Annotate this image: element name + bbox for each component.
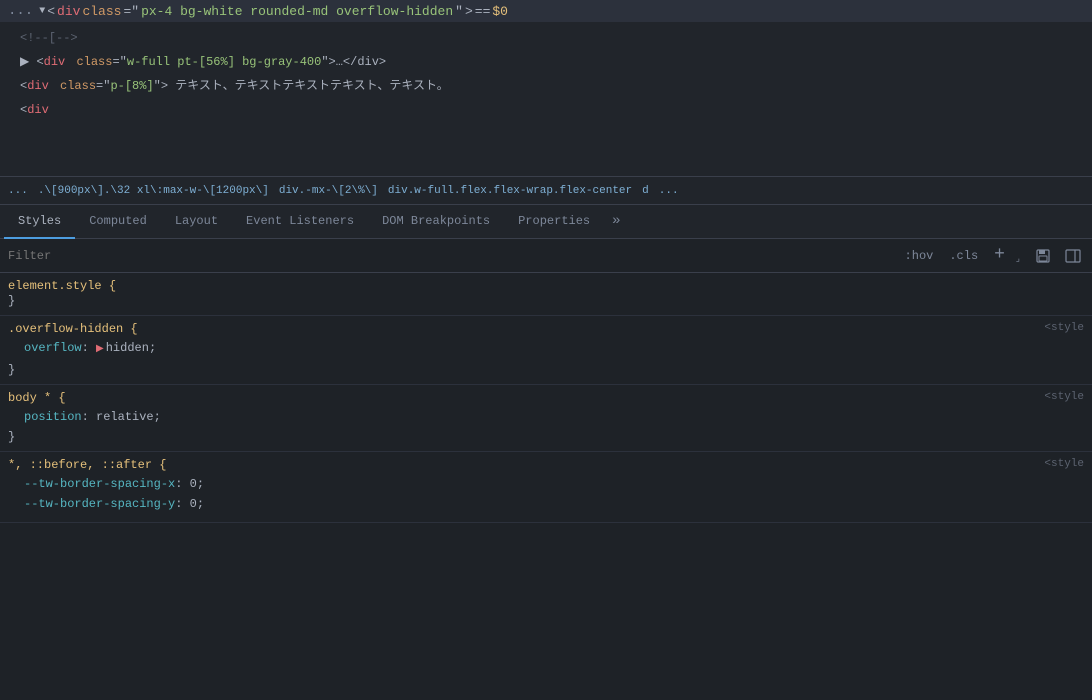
css-prop-position: position: relative; [16, 407, 1092, 427]
css-rule-body-star: body * { <style position: relative; } [0, 385, 1092, 452]
tab-event-listeners[interactable]: Event Listeners [232, 205, 368, 239]
css-prop-tw-border-spacing-y: --tw-border-spacing-y: 0; [16, 494, 1092, 514]
html-comment-line: <!--[--> [0, 26, 1092, 50]
expand-arrow[interactable]: ▼ [39, 6, 45, 17]
breadcrumb-item-0[interactable]: .\[900px\].\32 xl\:max-w-\[1200px\] [38, 185, 269, 197]
css-selector-1: element.style { [8, 279, 116, 293]
filter-input[interactable] [8, 249, 893, 263]
tab-styles[interactable]: Styles [4, 205, 75, 239]
css-rule-header-2: .overflow-hidden { <style [0, 322, 1092, 336]
breadcrumb-item-2[interactable]: div.w-full.flex.flex-wrap.flex-center [388, 185, 632, 197]
cls-button[interactable]: .cls [945, 247, 982, 265]
styles-panel: element.style { } .overflow-hidden { <st… [0, 273, 1092, 700]
save-button[interactable] [1032, 245, 1054, 267]
tab-properties[interactable]: Properties [504, 205, 604, 239]
css-close-brace-3: } [0, 429, 1092, 445]
attr-value: px-4 bg-white rounded-md overflow-hidden [141, 4, 453, 19]
comment-text: <!--[--> [20, 31, 78, 45]
breadcrumb-dots[interactable]: ... [8, 185, 28, 197]
toggle-sidebar-button[interactable] [1062, 245, 1084, 267]
css-selector-4: *, ::before, ::after { [8, 458, 166, 472]
css-source-2: <style [1044, 322, 1084, 334]
breadcrumb-item-4[interactable]: ... [659, 185, 679, 197]
expand-triangle[interactable]: ▶ [20, 55, 29, 69]
tag-bracket-open: < [47, 4, 55, 19]
css-rule-universal: *, ::before, ::after { <style --tw-borde… [0, 452, 1092, 523]
attr-class: class [82, 4, 121, 19]
breadcrumb-item-1[interactable]: div.-mx-\[2\%\] [279, 185, 378, 197]
add-rule-button[interactable]: + ⌟ [990, 243, 1024, 267]
tab-overflow[interactable]: » [604, 205, 628, 239]
css-close-brace-2: } [0, 362, 1092, 378]
html-inspector: <!--[--> ▶ <div class="w-full pt-[56%] b… [0, 22, 1092, 177]
html-tag-line-2: <div class="p-[8%]"> テキスト、テキストテキストテキスト、テ… [0, 74, 1092, 98]
filter-actions: :hov .cls + ⌟ [901, 244, 1084, 268]
css-prop-tw-border-spacing-x: --tw-border-spacing-x: 0; [16, 474, 1092, 494]
css-selector-3: body * { [8, 391, 66, 405]
css-prop-overflow: overflow: hidden; [16, 338, 1092, 360]
html-tag-line-1: ▶ <div class="w-full pt-[56%] bg-gray-40… [0, 50, 1092, 74]
css-rule-header-4: *, ::before, ::after { <style [0, 458, 1092, 472]
breadcrumb-item-3[interactable]: d [642, 185, 649, 197]
css-rule-header-3: body * { <style [0, 391, 1092, 405]
tag-name-div: div [57, 4, 80, 19]
dots-icon: ... [8, 3, 33, 19]
css-close-brace-1: } [0, 293, 1092, 309]
hov-button[interactable]: :hov [901, 247, 938, 265]
equals-sign: == [475, 4, 491, 19]
css-rule-overflow-hidden: .overflow-hidden { <style overflow: hidd… [0, 316, 1092, 385]
css-body-4: --tw-border-spacing-x: 0; --tw-border-sp… [0, 472, 1092, 516]
tab-dom-breakpoints[interactable]: DOM Breakpoints [368, 205, 504, 239]
breadcrumb-bar: ... .\[900px\].\32 xl\:max-w-\[1200px\] … [0, 177, 1092, 205]
css-rule-header-1: element.style { [0, 279, 1092, 293]
tab-layout[interactable]: Layout [161, 205, 232, 239]
tab-computed[interactable]: Computed [75, 205, 161, 239]
dollar-zero: $0 [492, 4, 508, 19]
css-source-3: <style [1044, 391, 1084, 403]
css-selector-2: .overflow-hidden { [8, 322, 138, 336]
filter-bar: :hov .cls + ⌟ [0, 239, 1092, 273]
css-body-3: position: relative; [0, 405, 1092, 429]
css-source-4: <style [1044, 458, 1084, 470]
css-rule-element-style: element.style { } [0, 273, 1092, 316]
html-partial-line: <div [0, 98, 1092, 122]
html-inspector-top: ... ▼ <div class="px-4 bg-white rounded-… [0, 0, 1092, 22]
css-body-2: overflow: hidden; [0, 336, 1092, 362]
tabs-bar: Styles Computed Layout Event Listeners D… [0, 205, 1092, 239]
